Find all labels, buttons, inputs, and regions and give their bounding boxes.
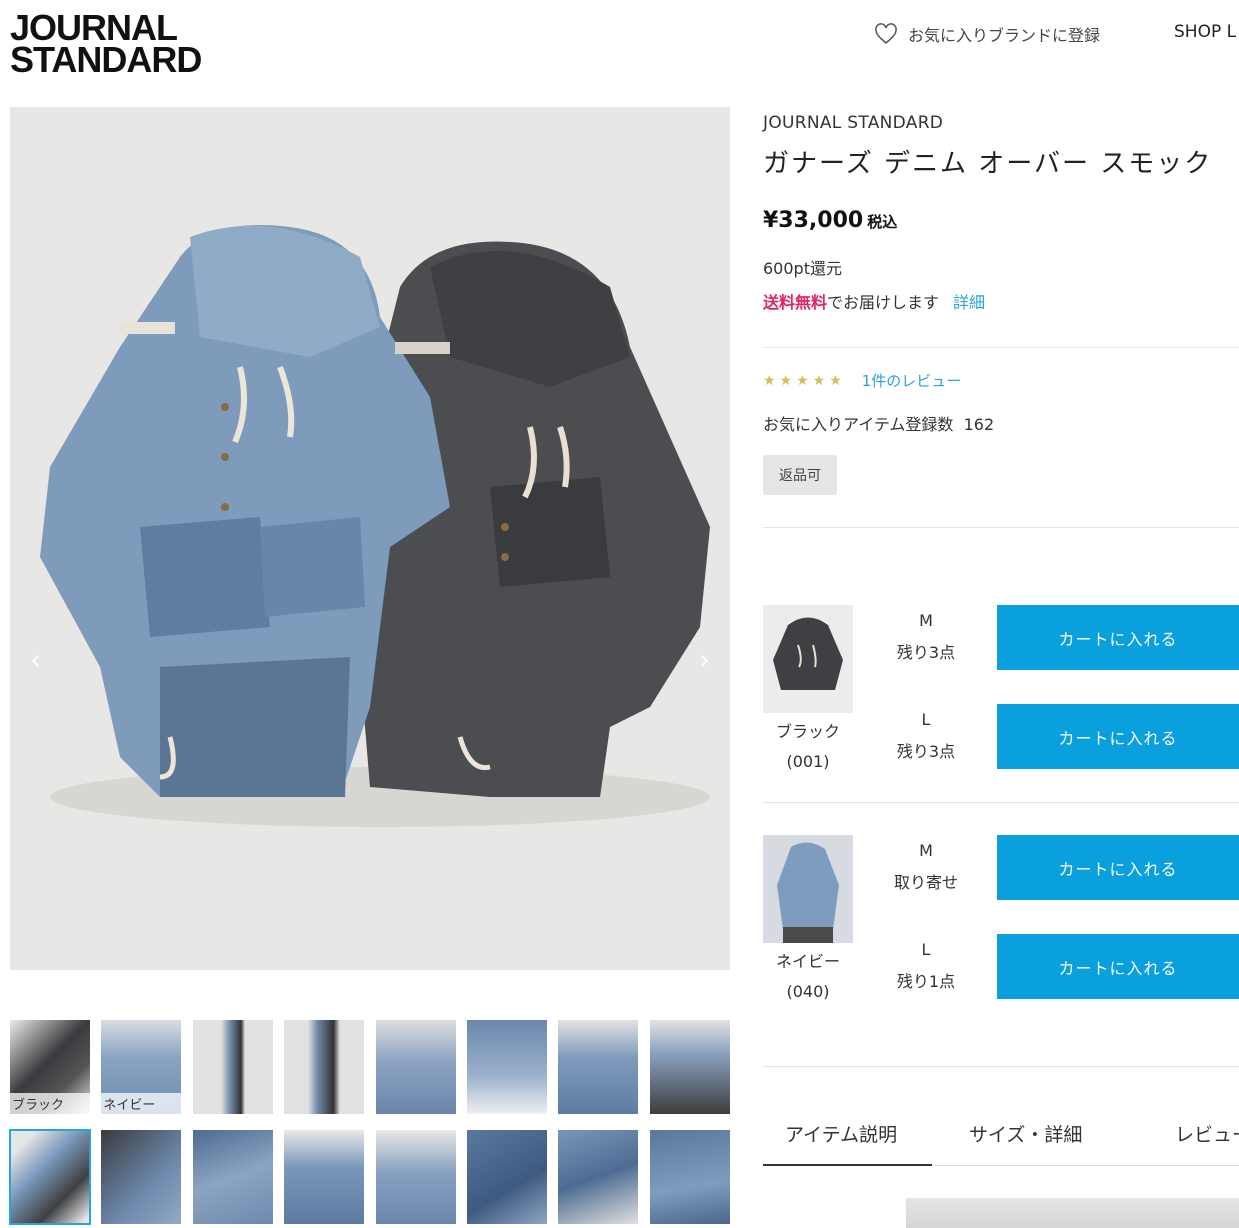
thumbnail[interactable]	[466, 1130, 547, 1224]
thumbnail[interactable]	[649, 1020, 730, 1114]
favorite-count: お気に入りアイテム登録数 162	[763, 411, 1239, 435]
thumbnail[interactable]	[375, 1020, 456, 1114]
variant-color: ネイビー (040)	[763, 947, 853, 1007]
thumbnail[interactable]	[101, 1130, 182, 1224]
product-photo	[10, 107, 730, 970]
shipping-info: 送料無料でお届けします 詳細	[763, 289, 1239, 313]
rating-row: ★★★★★ 1件のレビュー	[763, 370, 1239, 391]
thumbnail-label: ブラック	[10, 1093, 90, 1114]
stock-status: 残り3点	[896, 643, 956, 662]
size-option: M 残り3点	[881, 605, 971, 669]
active-tab-indicator	[763, 1164, 932, 1166]
size-label: L	[921, 710, 931, 729]
description-image	[906, 1198, 1239, 1228]
product-price: ¥33,000 税込	[763, 208, 1239, 233]
variant-color: ブラック (001)	[763, 717, 853, 777]
thumbnail[interactable]	[558, 1020, 639, 1114]
thumbnail[interactable]	[284, 1020, 365, 1114]
add-to-cart-button[interactable]: カートに入れる	[997, 605, 1239, 670]
divider	[763, 1066, 1239, 1067]
variant-photo	[763, 605, 853, 713]
size-option: L 残り1点	[881, 934, 971, 998]
thumbnail[interactable]	[649, 1130, 730, 1224]
detail-tabs: アイテム説明 サイズ・詳細 レビュー	[763, 1112, 1239, 1166]
logo-line-2: STANDARD	[10, 39, 202, 80]
favorite-brand-button[interactable]: お気に入りブランドに登録	[874, 22, 1100, 46]
divider	[763, 347, 1239, 348]
main-product-image[interactable]: ‹ ›	[10, 107, 730, 970]
thumbnail[interactable]	[466, 1020, 547, 1114]
next-image-chevron-icon[interactable]: ›	[699, 643, 710, 676]
thumbnail[interactable]	[284, 1130, 365, 1224]
thumbnail[interactable]	[375, 1130, 456, 1224]
price-value: ¥33,000	[763, 208, 864, 233]
shipping-text: でお届けします	[827, 293, 940, 312]
divider	[763, 527, 1239, 528]
thumbnail-selected[interactable]	[9, 1129, 91, 1225]
size-label: M	[919, 841, 933, 860]
favorite-count-label: お気に入りアイテム登録数	[763, 415, 954, 434]
variant-color-code: (040)	[786, 982, 830, 1001]
product-info: JOURNAL STANDARD ガナーズ デニム オーバー スモック ¥33,…	[763, 107, 1239, 528]
size-option: M 取り寄せ	[881, 835, 971, 899]
variant-image[interactable]	[763, 605, 853, 713]
variant-photo	[763, 835, 853, 943]
thumbnail[interactable]: ブラック	[10, 1020, 90, 1114]
size-label: M	[919, 611, 933, 630]
add-to-cart-button[interactable]: カートに入れる	[997, 835, 1239, 900]
stock-status: 取り寄せ	[893, 873, 958, 892]
size-label: L	[921, 940, 931, 959]
thumbnail[interactable]	[192, 1020, 273, 1114]
heart-icon	[875, 23, 897, 44]
brand-logo[interactable]: JOURNAL STANDARD	[10, 10, 202, 80]
tab-size-details[interactable]: サイズ・詳細	[969, 1120, 1082, 1147]
favorite-brand-label: お気に入りブランドに登録	[908, 26, 1101, 45]
shipping-detail-link[interactable]: 詳細	[953, 293, 985, 312]
tab-item-description[interactable]: アイテム説明	[785, 1120, 897, 1147]
rating-stars-icon: ★★★★★	[763, 372, 846, 389]
product-brand[interactable]: JOURNAL STANDARD	[763, 113, 1239, 133]
thumbnail[interactable]	[558, 1130, 639, 1224]
variant-color-name: ネイビー	[775, 952, 840, 971]
add-to-cart-button[interactable]: カートに入れる	[997, 704, 1239, 769]
free-shipping-label: 送料無料	[763, 293, 828, 312]
variant-color-name: ブラック	[775, 722, 840, 741]
stock-status: 残り3点	[896, 742, 956, 761]
add-to-cart-button[interactable]: カートに入れる	[997, 934, 1239, 999]
tax-label: 税込	[867, 213, 898, 231]
stock-status: 残り1点	[896, 972, 956, 991]
variant-color-code: (001)	[786, 752, 830, 771]
thumbnail-gallery: ブラック ネイビー	[9, 1020, 730, 1225]
size-option: L 残り3点	[881, 704, 971, 768]
variant-image[interactable]	[763, 835, 853, 943]
shop-link[interactable]: SHOP L	[1174, 22, 1236, 42]
thumbnail-label: ネイビー	[101, 1093, 182, 1114]
thumbnail[interactable]	[192, 1130, 273, 1224]
review-link[interactable]: 1件のレビュー	[862, 370, 962, 391]
tab-reviews[interactable]: レビュー	[1175, 1120, 1239, 1147]
thumbnail[interactable]: ネイビー	[101, 1020, 182, 1114]
product-title: ガナーズ デニム オーバー スモック	[763, 149, 1213, 179]
points-text: 600pt還元	[763, 259, 842, 278]
prev-image-chevron-icon[interactable]: ‹	[30, 643, 41, 676]
divider	[763, 802, 1239, 803]
favorite-count-value: 162	[963, 415, 995, 434]
return-badge: 返品可	[763, 455, 837, 495]
